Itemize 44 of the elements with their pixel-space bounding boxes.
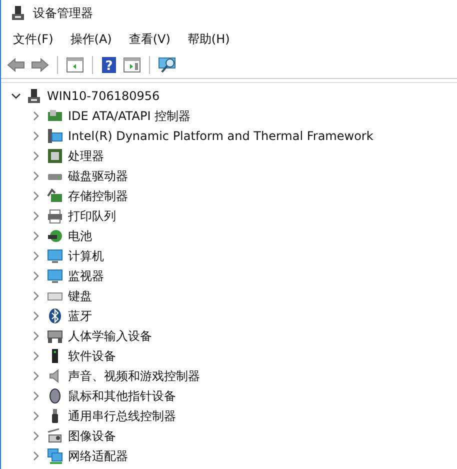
battery-plug-icon bbox=[47, 228, 63, 244]
back-arrow-icon[interactable] bbox=[5, 56, 27, 74]
chevron-icon[interactable] bbox=[11, 91, 21, 101]
monitor-icon bbox=[47, 268, 63, 284]
camera-icon bbox=[47, 428, 63, 444]
tree-item[interactable]: 存储控制器 bbox=[68, 188, 128, 204]
tree-item[interactable]: WIN10-706180956 bbox=[47, 89, 160, 103]
tree-item[interactable]: 鼠标和其他指针设备 bbox=[68, 388, 176, 404]
tree-item[interactable]: 打印队列 bbox=[68, 208, 116, 224]
menu-item[interactable]: 查看(V) bbox=[120, 28, 180, 50]
tree-item[interactable]: 网络适配器 bbox=[68, 448, 128, 464]
tree-item[interactable]: 磁盘驱动器 bbox=[68, 168, 128, 184]
network-icon bbox=[47, 448, 63, 464]
tree-item[interactable]: 图像设备 bbox=[68, 428, 116, 444]
tree-item[interactable]: 电池 bbox=[68, 228, 92, 244]
tree-item[interactable]: 通用串行总线控制器 bbox=[68, 408, 176, 424]
tree-item[interactable]: 声音、视频和游戏控制器 bbox=[68, 368, 200, 384]
monitor-icon bbox=[47, 248, 63, 264]
chip-icon bbox=[47, 148, 63, 164]
window-title: 设备管理器 bbox=[33, 4, 93, 22]
printer-icon bbox=[47, 208, 63, 224]
tree-item[interactable]: IDE ATA/ATAPI 控制器 bbox=[68, 108, 191, 124]
computer-device-icon bbox=[27, 88, 41, 104]
forward-arrow-icon[interactable] bbox=[29, 56, 51, 74]
tree-item[interactable]: 软件设备 bbox=[68, 348, 116, 364]
menu-item[interactable]: 文件(F) bbox=[5, 28, 62, 50]
controller-card-icon bbox=[47, 108, 63, 124]
computer-window-icon bbox=[47, 128, 63, 144]
properties-window-icon[interactable] bbox=[64, 55, 86, 75]
tree-item[interactable]: 人体学输入设备 bbox=[68, 328, 152, 344]
tree-item[interactable]: 键盘 bbox=[68, 288, 92, 304]
menu-item[interactable]: 操作(A) bbox=[62, 28, 121, 50]
bluetooth-icon bbox=[47, 308, 63, 324]
tree-item[interactable]: 计算机 bbox=[68, 248, 104, 264]
menu-item[interactable]: 帮助(H) bbox=[179, 28, 239, 50]
tree-item[interactable]: Intel(R) Dynamic Platform and Thermal Framework bbox=[68, 129, 374, 143]
computer-device-icon bbox=[11, 5, 25, 21]
tree-item[interactable]: 蓝牙 bbox=[68, 308, 92, 324]
tree-item[interactable]: 监视器 bbox=[68, 268, 104, 284]
storage-card-icon bbox=[47, 188, 63, 204]
help-icon[interactable]: ? bbox=[99, 54, 119, 76]
mouse-icon bbox=[47, 388, 63, 404]
window-panel-icon[interactable] bbox=[121, 55, 143, 75]
tree-item[interactable]: 处理器 bbox=[68, 148, 104, 164]
